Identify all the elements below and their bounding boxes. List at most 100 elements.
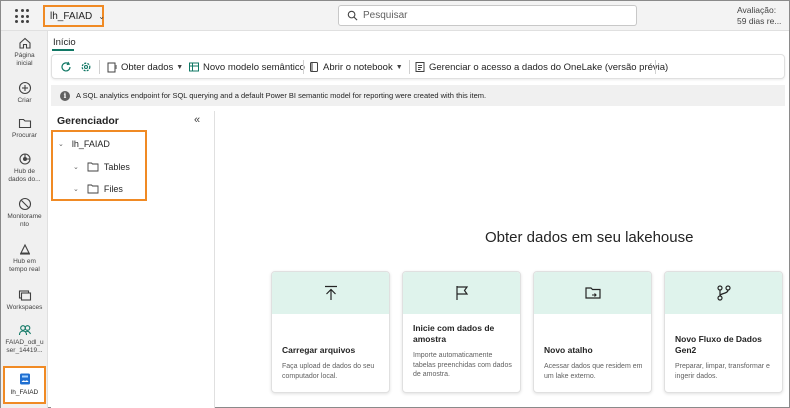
- tree-item-files[interactable]: ⌄ Files: [73, 183, 123, 194]
- tree-item-files-label: Files: [103, 183, 123, 194]
- open-notebook-button[interactable]: Abrir o notebook ▼: [308, 60, 403, 74]
- nav-active-lakehouse-label: lh_FAIAD: [10, 389, 39, 396]
- manage-access-icon: [415, 62, 425, 72]
- card-upload-files[interactable]: Carregar arquivos Faça upload de dados d…: [271, 271, 390, 393]
- ribbon-separator: [655, 60, 656, 74]
- get-data-button[interactable]: Obter dados ▼: [106, 60, 183, 74]
- chevron-down-icon: ▼: [176, 63, 184, 71]
- upload-icon: [324, 285, 337, 300]
- left-navigation: Página inicial Criar Procurar Hub de dad…: [1, 31, 48, 408]
- folder-link-icon: [584, 287, 601, 299]
- nav-workspaces-label: Workspaces: [6, 304, 43, 311]
- data-hub-icon: [18, 153, 31, 165]
- get-data-heading: Obter dados em seu lakehouse: [485, 229, 694, 246]
- refresh-button[interactable]: [60, 60, 75, 74]
- ribbon-toolbar: Obter dados ▼ Novo modelo semântico Abri…: [51, 54, 785, 79]
- explorer-title: Gerenciador: [57, 115, 119, 127]
- settings-button[interactable]: [80, 60, 95, 74]
- flag-icon: [455, 286, 468, 300]
- info-icon: i: [60, 90, 70, 101]
- tree-item-tables-label: Tables: [103, 161, 130, 172]
- tab-home[interactable]: Início: [53, 37, 76, 48]
- app-launcher-icon[interactable]: [15, 9, 29, 23]
- manage-onelake-access-button[interactable]: Gerenciar o acesso a dados do OneLake (v…: [414, 60, 668, 74]
- get-data-icon: [107, 62, 117, 73]
- card-title: Novo atalho: [544, 345, 593, 355]
- card-new-shortcut[interactable]: Novo atalho Acessar dados que residem em…: [533, 271, 652, 393]
- notebook-icon: [310, 62, 318, 72]
- ribbon-separator: [303, 60, 304, 74]
- search-icon: [347, 10, 358, 21]
- card-description: Faça upload de dados do seu computador l…: [282, 363, 375, 380]
- card-banner: [534, 272, 651, 314]
- nav-active-lakehouse[interactable]: lh_FAIAD: [3, 366, 46, 404]
- manage-onelake-access-label: Gerenciar o acesso a dados do OneLake (v…: [429, 61, 669, 73]
- new-semantic-model-label: Novo modelo semântico: [203, 61, 305, 73]
- refresh-icon: [61, 61, 71, 72]
- ribbon-separator: [99, 60, 100, 74]
- card-description: Importe automaticamente tabelas preenchi…: [413, 352, 512, 378]
- nav-realtime-hub-label-2: tempo real: [9, 266, 40, 273]
- workspace-people-icon: [18, 325, 31, 336]
- nav-current-workspace[interactable]: FAIAD_odl_u ser_14419...: [1, 323, 48, 355]
- chevron-down-icon: ▼: [395, 63, 403, 71]
- nav-data-hub-label: Hub de: [14, 168, 35, 175]
- tab-home-underline: [52, 49, 74, 51]
- nav-current-workspace-label-2: ser_14419...: [6, 347, 43, 354]
- nav-realtime-hub[interactable]: Hub em tempo real: [1, 242, 48, 274]
- card-description: Acessar dados que residem em um lake ext…: [544, 363, 643, 380]
- get-data-label: Obter dados: [121, 61, 174, 73]
- nav-browse[interactable]: Procurar: [1, 116, 48, 140]
- folder-icon: [87, 162, 99, 172]
- nav-home[interactable]: Página inicial: [1, 36, 48, 68]
- nav-data-hub[interactable]: Hub de dados do...: [1, 152, 48, 184]
- workspace-switcher[interactable]: lh_FAIAD ⌄: [43, 5, 105, 27]
- card-sample-data[interactable]: Inicie com dados de amostra Importe auto…: [402, 271, 521, 393]
- chevron-right-icon: ⌄: [73, 163, 79, 171]
- card-title: Carregar arquivos: [282, 345, 356, 355]
- collapse-pane-icon[interactable]: «: [194, 114, 200, 126]
- card-banner: [272, 272, 389, 314]
- folder-icon: [18, 118, 31, 129]
- dataflow-icon: [716, 285, 731, 301]
- top-bar: lh_FAIAD ⌄ Avaliação: 59 dias re...: [1, 1, 789, 31]
- home-icon: [18, 37, 31, 49]
- workspace-name: lh_FAIAD: [50, 10, 93, 22]
- ribbon-separator: [409, 60, 410, 74]
- workspaces-icon: [18, 290, 31, 301]
- nav-monitoring-label-2: nto: [19, 221, 30, 228]
- trial-days: 59 dias re...: [737, 16, 782, 26]
- nav-create[interactable]: Criar: [1, 81, 48, 105]
- semantic-model-icon: [189, 62, 199, 72]
- card-description: Preparar, limpar, transformar e ingerir …: [675, 363, 770, 380]
- tree-item-lakehouse[interactable]: ⌄ lh_FAIAD: [58, 139, 110, 149]
- tree-item-tables[interactable]: ⌄ Tables: [73, 161, 130, 172]
- trial-status[interactable]: Avaliação: 59 dias re...: [737, 5, 783, 27]
- card-title: Inicie com dados de amostra: [413, 323, 495, 344]
- tree-item-lakehouse-label: lh_FAIAD: [71, 139, 110, 149]
- realtime-hub-icon: [19, 243, 30, 255]
- gear-icon: [81, 62, 91, 72]
- nav-workspaces[interactable]: Workspaces: [1, 288, 48, 312]
- card-banner: [403, 272, 520, 314]
- search-input[interactable]: [363, 10, 623, 21]
- nav-data-hub-label-2: dados do...: [8, 176, 41, 183]
- info-message: A SQL analytics endpoint for SQL queryin…: [76, 91, 487, 100]
- nav-current-workspace-label: FAIAD_odl_u: [5, 339, 44, 346]
- nav-home-label-2: inicial: [16, 60, 33, 67]
- search-box[interactable]: [338, 5, 637, 26]
- card-banner: [665, 272, 782, 314]
- chevron-right-icon: ⌄: [73, 185, 79, 193]
- explorer-pane: Gerenciador « ⌄ lh_FAIAD ⌄ Tables ⌄ File…: [51, 111, 215, 408]
- nav-home-label: Página: [14, 52, 35, 59]
- card-new-dataflow[interactable]: Novo Fluxo de Dados Gen2 Preparar, limpa…: [664, 271, 783, 393]
- nav-monitoring[interactable]: Monitorame nto: [1, 197, 48, 229]
- card-title: Novo Fluxo de Dados Gen2: [675, 334, 762, 355]
- new-semantic-model-button[interactable]: Novo modelo semântico: [188, 60, 305, 74]
- plus-circle-icon: [18, 81, 31, 95]
- chevron-down-icon: ⌄: [58, 141, 64, 148]
- folder-icon: [87, 184, 99, 194]
- open-notebook-label: Abrir o notebook: [323, 61, 393, 73]
- nav-browse-label: Procurar: [12, 132, 37, 139]
- chevron-down-icon: ⌄: [98, 11, 105, 21]
